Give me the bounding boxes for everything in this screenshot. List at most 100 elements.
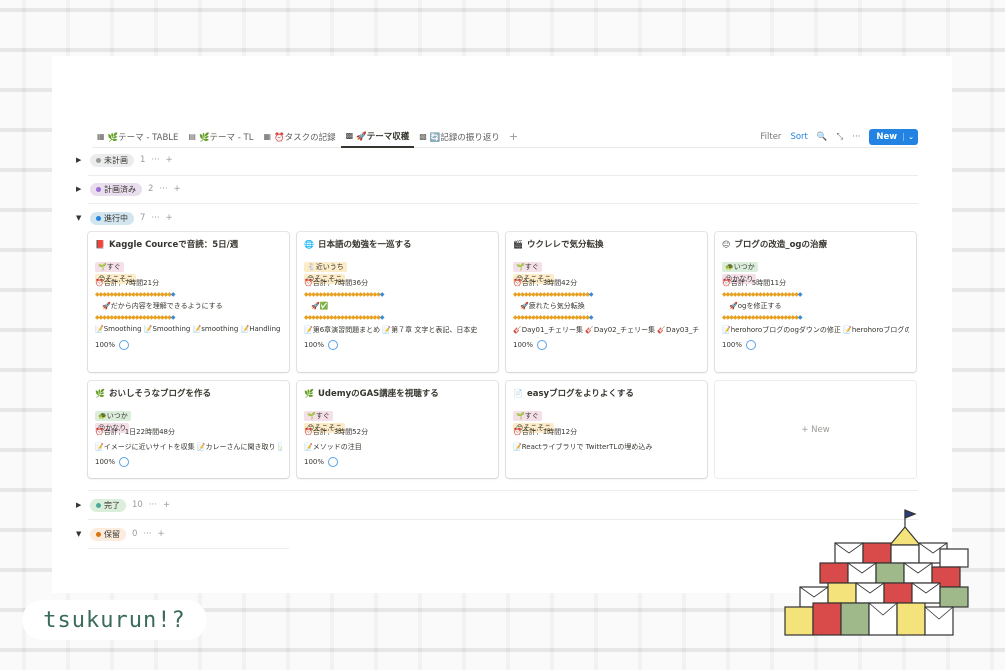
group-add-icon[interactable]: + xyxy=(163,500,170,510)
board-card[interactable]: 📄 easyブログをよりよくする 🌱すぐ 😊そこそこ ⏰合計：1時間12分 📝Re… xyxy=(506,381,707,478)
progress-ring-icon xyxy=(328,457,339,467)
related-records[interactable]: 🎸Day01_チェリー集 🎸Day02_チェリー集 🎸Day03_チ xyxy=(513,325,700,337)
card-memo: 🚀疲れたら気分転換 xyxy=(520,302,585,310)
total-time: ⏰合計：3時間42分 xyxy=(513,279,578,287)
add-view-button[interactable]: + xyxy=(505,130,522,143)
card-title: 🌿 おいしそうなブログを作る xyxy=(95,387,282,400)
tab-theme-table[interactable]: ▦ 🌿テーマ - TABLE xyxy=(92,126,183,148)
total-time: ⏰合計：7時間21分 xyxy=(95,279,160,287)
group-in-progress[interactable]: ▼ 進行中 7 ··· + xyxy=(76,209,173,227)
progress-percent: 100% xyxy=(513,341,534,349)
card-title: 🌐 日本語の勉強を一巡する xyxy=(304,238,491,251)
expand-triangle-icon[interactable]: ▼ xyxy=(76,214,84,222)
group-done[interactable]: ▶ 完了 10 ··· + xyxy=(76,496,170,514)
group-label: 進行中 xyxy=(104,213,128,223)
card-title-text: ウクレレで気分転換 xyxy=(526,240,604,250)
tab-review[interactable]: ▩ 🔄記録の振り返り xyxy=(414,126,505,148)
herb-icon: 🌿 xyxy=(304,388,314,398)
progress-percent: 100% xyxy=(95,458,116,466)
divider xyxy=(88,175,918,176)
progress: 100% xyxy=(722,340,909,350)
group-unplanned[interactable]: ▶ 未計画 1 ··· + xyxy=(76,151,173,169)
group-more-icon[interactable]: ··· xyxy=(159,184,167,194)
table-icon: ▦ xyxy=(263,132,272,141)
tab-label: 🌿テーマ - TABLE xyxy=(107,132,179,143)
status-badge: 進行中 xyxy=(90,211,134,225)
board-card[interactable]: 🎬 ウクレレで気分転換 🌱すぐ 😊そこそこ ⏰合計：3時間42分 ◆◆◆◆◆◆◆◆… xyxy=(506,232,707,372)
herb-icon: 🌿 xyxy=(95,388,105,398)
card-title-text: ブログの改造_ogの治療 xyxy=(734,240,828,250)
new-card-button[interactable]: + New xyxy=(715,381,916,478)
group-add-icon[interactable]: + xyxy=(158,529,165,539)
status-badge: 計画済み xyxy=(90,182,142,196)
tab-theme-timeline[interactable]: ▤ 🌿テーマ - TL xyxy=(183,126,258,148)
related-records[interactable]: 📝herohoroブログのogダウンの修正 📝herohoroブログの xyxy=(722,325,909,337)
castle-illustration-icon xyxy=(784,509,969,636)
view-toolbar: ▦ 🌿テーマ - TABLE ▤ 🌿テーマ - TL ▦ ⏰タスクの記録 ▩ 🚀テーマ収… xyxy=(92,126,918,148)
search-icon[interactable]: 🔍 xyxy=(817,132,828,142)
group-more-icon[interactable]: ··· xyxy=(151,155,159,165)
status-badge: 保留 xyxy=(90,527,126,541)
decorative-divider: ◆◆◆◆◆◆◆◆◆◆◆◆◆◆◆◆◆◆◆◆◆◆ xyxy=(722,291,802,298)
sort-button[interactable]: Sort xyxy=(790,132,807,142)
collapse-triangle-icon[interactable]: ▶ xyxy=(76,501,84,509)
card-title-text: おいしそうなブログを作る xyxy=(108,389,211,399)
tab-task-log[interactable]: ▦ ⏰タスクの記録 xyxy=(258,126,340,148)
group-more-icon[interactable]: ··· xyxy=(149,500,157,510)
progress: 100% xyxy=(95,340,282,350)
decorative-divider: ◆◆◆◆◆◆◆◆◆◆◆◆◆◆◆◆◆◆◆◆◆◆ xyxy=(95,291,175,298)
collapse-triangle-icon[interactable]: ▶ xyxy=(76,156,84,164)
book-icon: 📕 xyxy=(95,239,105,249)
tab-theme-harvest[interactable]: ▩ 🚀テーマ収穫 xyxy=(340,126,415,148)
group-add-icon[interactable]: + xyxy=(166,155,173,165)
progress-percent: 100% xyxy=(304,341,325,349)
board-card[interactable]: 😐 ブログの改造_ogの治療 🐢いつか 😝かなり ⏰合計：5時間11分 ◆◆◆◆◆… xyxy=(715,232,916,372)
decorative-divider: ◆◆◆◆◆◆◆◆◆◆◆◆◆◆◆◆◆◆◆◆◆◆ xyxy=(304,314,384,321)
total-time: ⏰合計：5時間11分 xyxy=(722,279,787,287)
chevron-down-icon[interactable]: ⌄ xyxy=(903,132,918,141)
progress: 100% xyxy=(304,457,491,467)
brand-logo: tsukurun!? xyxy=(22,600,207,640)
related-records[interactable]: 📝メソッドの注目 xyxy=(304,442,491,454)
expand-icon[interactable]: ⤡ xyxy=(836,132,843,142)
group-add-icon[interactable]: + xyxy=(166,213,173,223)
group-count: 10 xyxy=(132,500,143,510)
more-options-icon[interactable]: ··· xyxy=(852,132,860,142)
total-time: ⏰合計：7時間36分 xyxy=(304,279,369,287)
group-add-icon[interactable]: + xyxy=(174,184,181,194)
group-label: 完了 xyxy=(104,500,120,510)
decorative-divider: ◆◆◆◆◆◆◆◆◆◆◆◆◆◆◆◆◆◆◆◆◆◆ xyxy=(513,291,593,298)
board-card[interactable]: 🌿 おいしそうなブログを作る 🐢いつか 😝かなり ⏰合計：1日22時間48分 📝イ… xyxy=(88,381,289,478)
face-icon: 😐 xyxy=(722,239,731,249)
group-planned[interactable]: ▶ 計画済み 2 ··· + xyxy=(76,180,181,198)
related-records[interactable]: 📝イメージに近いサイトを収集 📝カレーさんに聞き取り 📝 xyxy=(95,442,282,454)
group-on-hold[interactable]: ▼ 保留 0 ··· + xyxy=(76,525,165,543)
card-title: 📄 easyブログをよりよくする xyxy=(513,387,700,400)
card-memo: 🚀ogを修正する xyxy=(729,302,782,310)
decorative-divider: ◆◆◆◆◆◆◆◆◆◆◆◆◆◆◆◆◆◆◆◆◆◆ xyxy=(95,314,175,321)
movie-icon: 🎬 xyxy=(513,239,523,249)
board-card[interactable]: 🌿 UdemyのGAS講座を視聴する 🌱すぐ 😊そこそこ ⏰合計：3時間52分 📝… xyxy=(297,381,498,478)
board-card[interactable]: 📕 Kaggle Courceで音読：5日/週 🌱すぐ 😊そこそこ ⏰合計：7時間… xyxy=(88,232,289,372)
progress-ring-icon xyxy=(537,340,548,350)
card-title: 📕 Kaggle Courceで音読：5日/週 xyxy=(95,238,282,251)
group-label: 未計画 xyxy=(104,155,128,165)
new-button[interactable]: New ⌄ xyxy=(869,128,918,145)
board-icon: ▩ xyxy=(345,131,354,140)
group-more-icon[interactable]: ··· xyxy=(143,529,151,539)
collapse-triangle-icon[interactable]: ▶ xyxy=(76,185,84,193)
decorative-divider: ◆◆◆◆◆◆◆◆◆◆◆◆◆◆◆◆◆◆◆◆◆◆ xyxy=(304,291,384,298)
related-records[interactable]: 📝第6章演習問題まとめ 📝第７章 文字と表記、日本史 xyxy=(304,325,491,337)
status-dot-icon xyxy=(96,186,101,192)
group-more-icon[interactable]: ··· xyxy=(151,213,159,223)
progress-ring-icon xyxy=(746,340,757,350)
filter-button[interactable]: Filter xyxy=(760,132,781,142)
divider xyxy=(88,203,918,204)
related-records[interactable]: 📝Smoothing 📝Smoothing 📝smoothing 📝Handli… xyxy=(95,325,282,337)
expand-triangle-icon[interactable]: ▼ xyxy=(76,530,84,538)
related-records[interactable]: 📝Reactライブラリで TwitterTLの埋め込み xyxy=(513,442,700,454)
board-card[interactable]: 🌐 日本語の勉強を一巡する 🐇近いうち 😊そこそこ ⏰合計：7時間36分 ◆◆◆◆… xyxy=(297,232,498,372)
status-dot-icon xyxy=(96,502,101,508)
status-dot-icon xyxy=(96,215,101,221)
table-icon: ▦ xyxy=(97,132,105,141)
